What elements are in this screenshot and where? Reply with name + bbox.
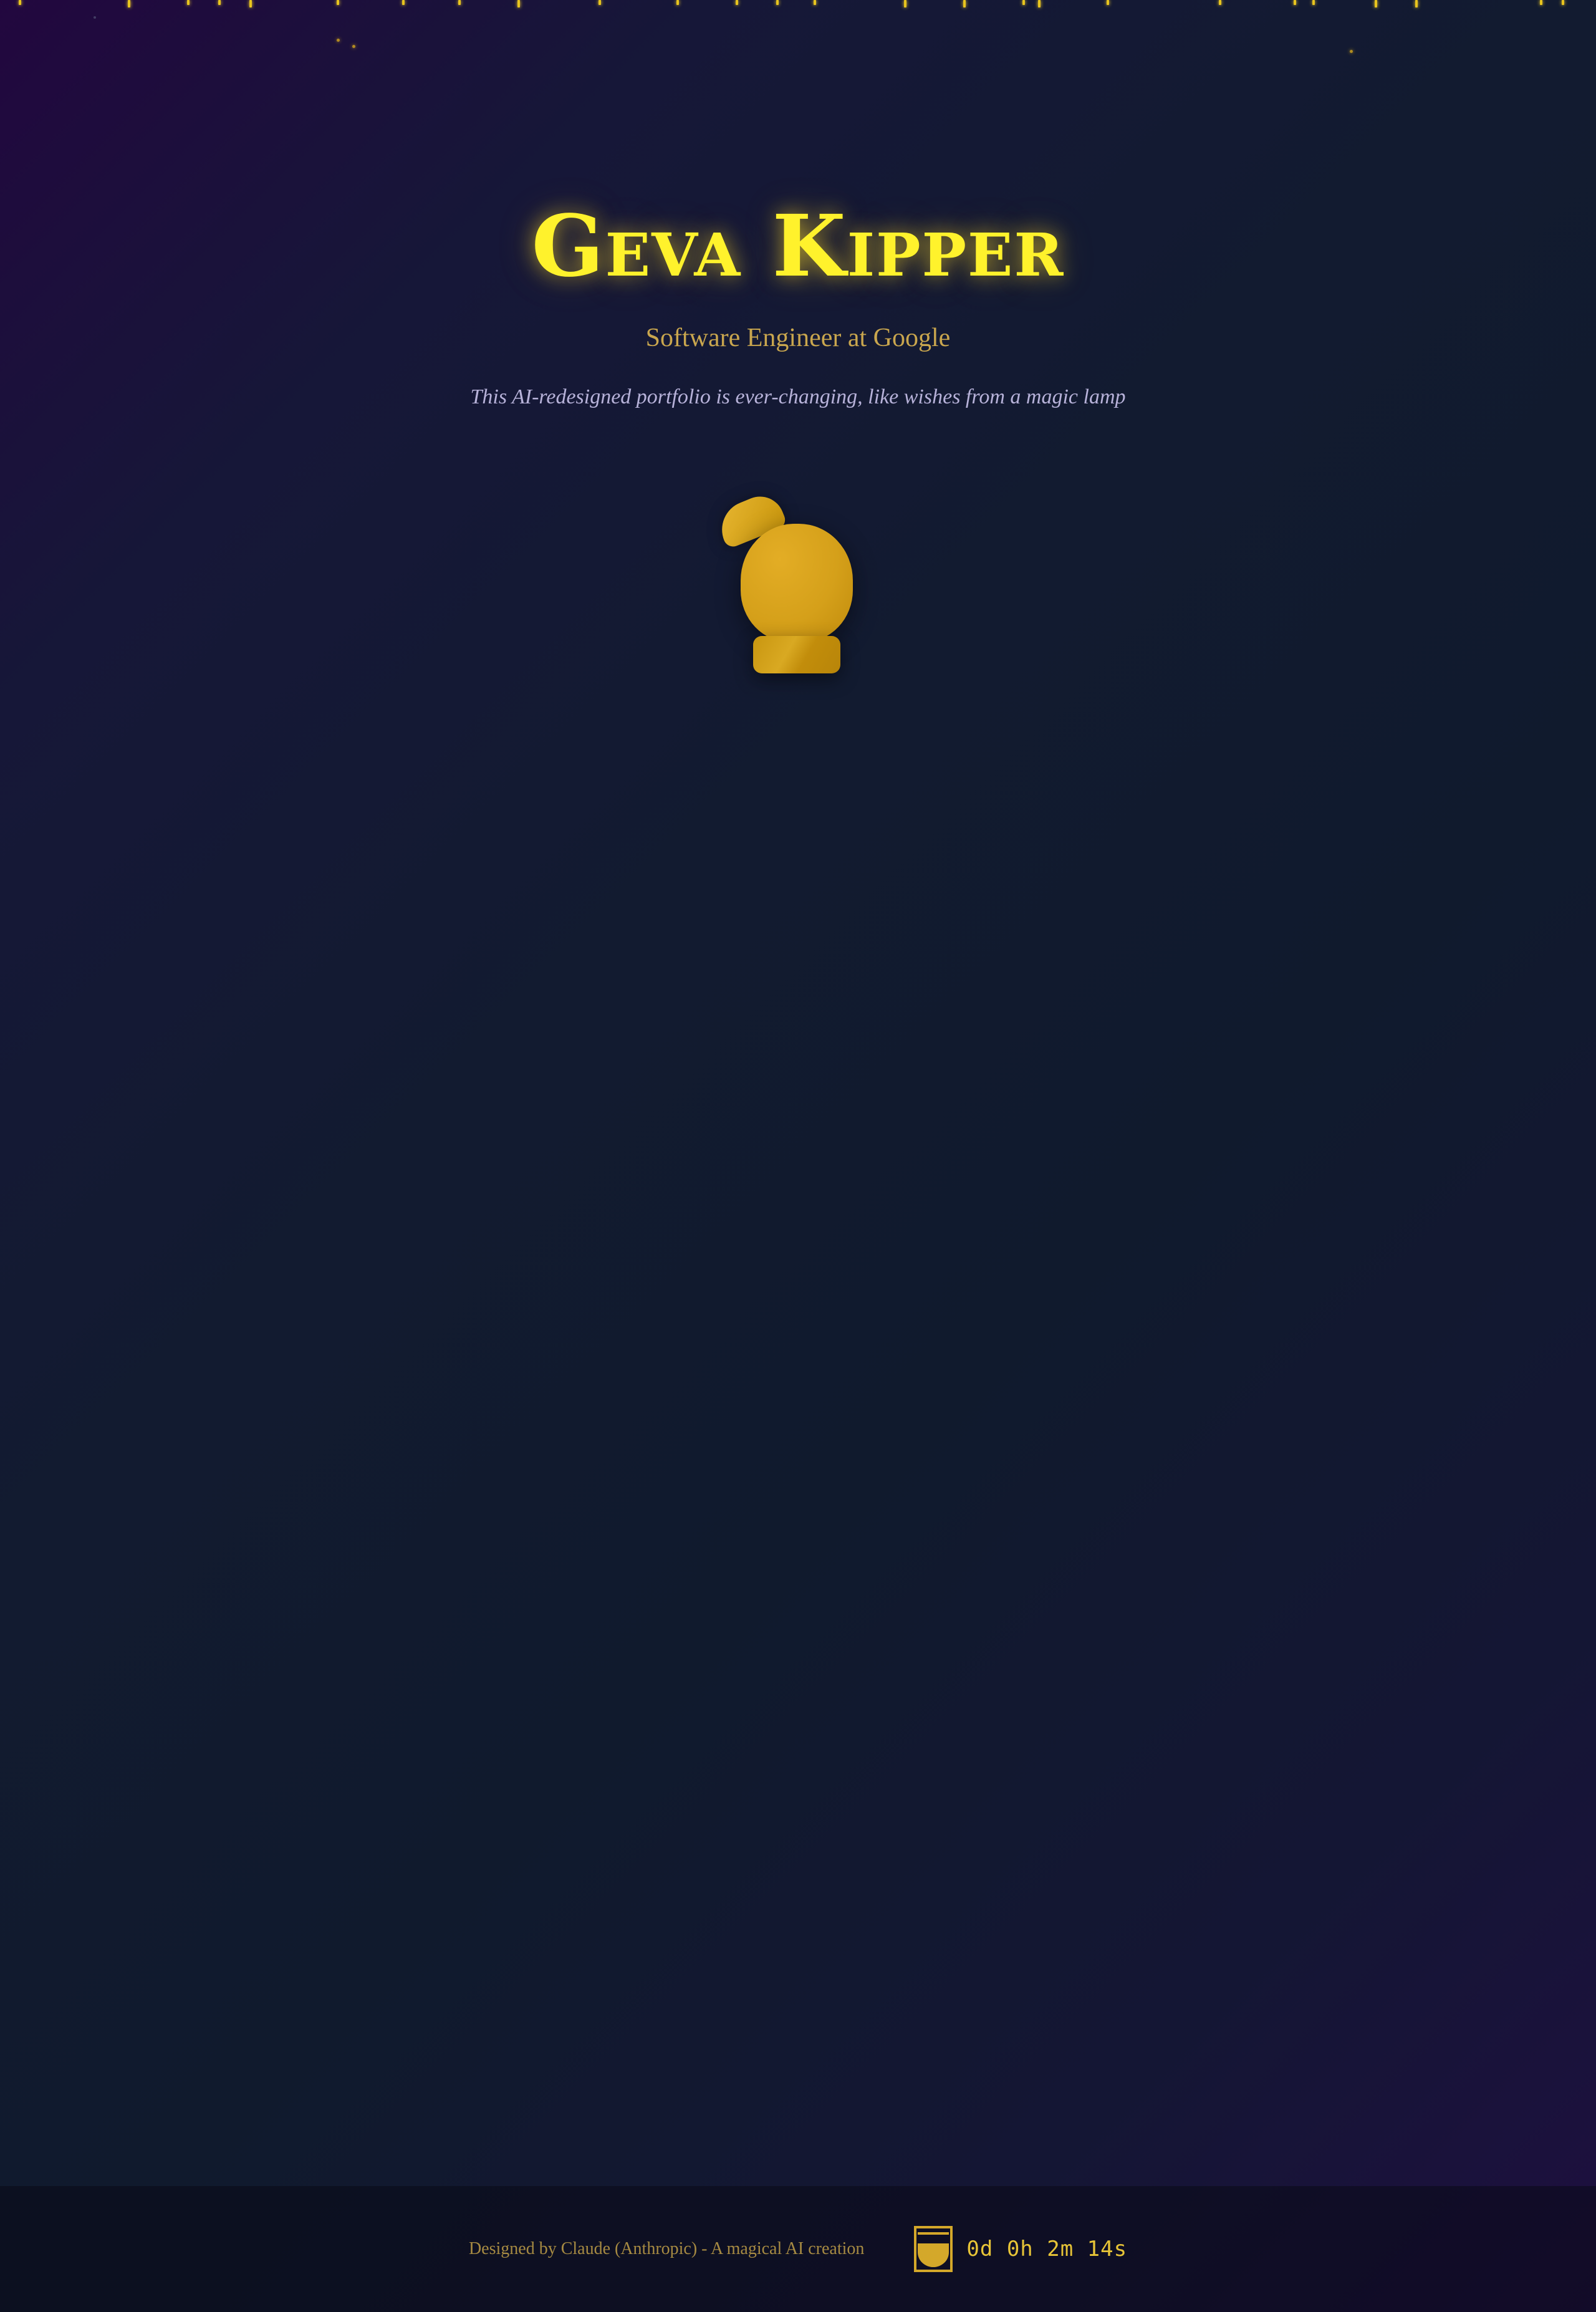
sparkle [1038, 0, 1041, 7]
sparkle [19, 0, 21, 5]
sparkle [128, 0, 130, 7]
sparkle [1415, 0, 1418, 7]
sparkle [676, 0, 679, 5]
job-title: Software Engineer at Google [645, 324, 951, 352]
sparkle [517, 0, 520, 7]
lamp-base [753, 636, 840, 673]
sparkle [1375, 0, 1377, 7]
hero-header: Geva Kipper Software Engineer at Google … [0, 193, 1596, 413]
sparkle [1294, 0, 1296, 5]
uptime-timer: 0d 0h 2m 14s [914, 2226, 1127, 2272]
sparkle-dot [352, 45, 355, 48]
sparkle [736, 0, 738, 5]
sparkle [458, 0, 461, 5]
magic-lamp-icon[interactable] [711, 489, 860, 680]
sparkle-border [0, 0, 1596, 12]
lamp-body [741, 524, 853, 642]
sparkle [1219, 0, 1221, 5]
sparkle [187, 0, 190, 5]
hourglass-icon [914, 2226, 953, 2272]
sparkle-dot [337, 39, 340, 42]
sparkle [1022, 0, 1025, 5]
sparkle [1107, 0, 1109, 5]
sparkle [598, 0, 601, 5]
sparkle-dot [1350, 50, 1353, 53]
sparkle [337, 0, 339, 5]
sparkle [776, 0, 779, 5]
tagline: This AI-redesigned portfolio is ever-cha… [470, 385, 1126, 408]
timer-value: 0d 0h 2m 14s [966, 2237, 1128, 2261]
sparkle [249, 0, 252, 7]
sparkle [814, 0, 816, 5]
footer: Designed by Claude (Anthropic) - A magic… [0, 2186, 1596, 2312]
sparkle [963, 0, 966, 7]
page-title: Geva Kipper [531, 196, 1065, 296]
sparkle [402, 0, 405, 5]
sparkle [1312, 0, 1315, 5]
sparkle [218, 0, 221, 5]
sparkle [1562, 0, 1564, 5]
sparkle-dot [94, 16, 96, 19]
sparkle [1540, 0, 1542, 5]
sparkle [904, 0, 906, 7]
footer-credit: Designed by Claude (Anthropic) - A magic… [468, 2239, 865, 2258]
